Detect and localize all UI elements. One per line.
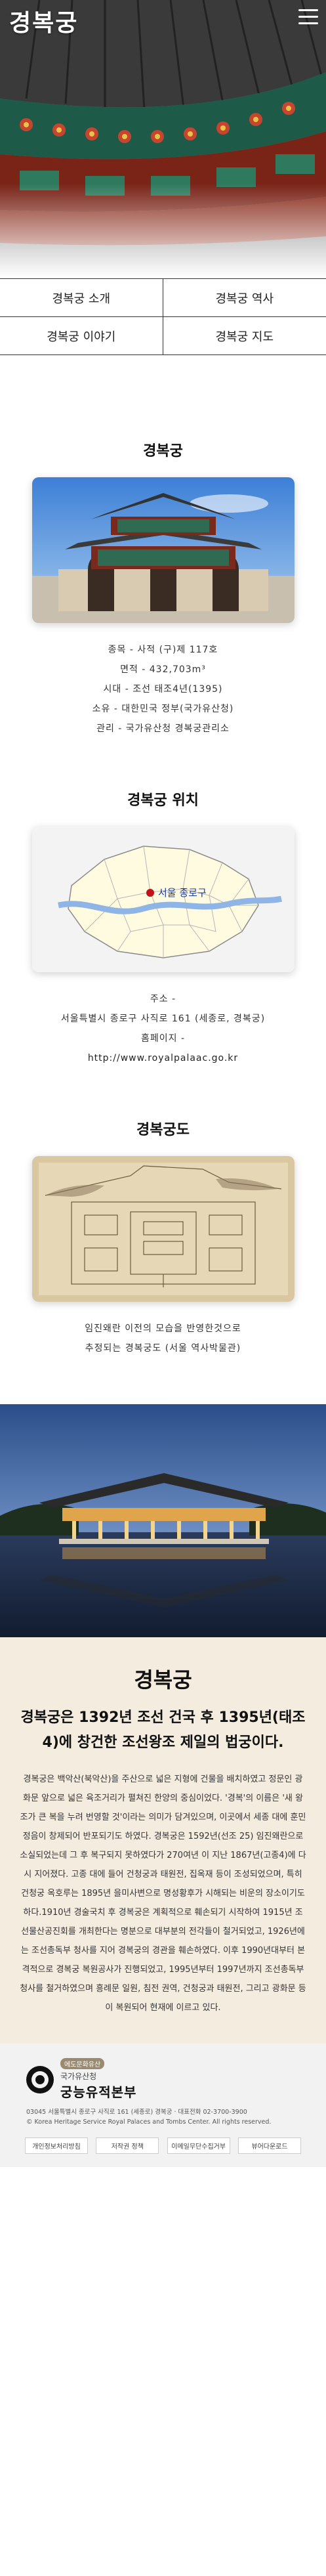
homepage-label: 홈페이지 - — [140, 1033, 186, 1044]
palace-map-image — [31, 1156, 295, 1302]
footer-links: 개인정보처리방침 저작권 정책 이메일무단수집거부 뷰어다운로드 — [25, 2137, 301, 2154]
privacy-policy-link[interactable]: 개인정보처리방침 — [25, 2137, 88, 2154]
menu-bar — [298, 16, 318, 18]
seoul-map[interactable]: 서울 종로구 — [31, 826, 295, 972]
logo-org: 국가유산청 — [60, 2072, 97, 2081]
footer-logo[interactable]: 에도문화유산 국가유산청 궁능유적본부 — [26, 2058, 313, 2101]
menu-bar — [298, 22, 318, 24]
hamburger-menu-icon[interactable] — [298, 9, 318, 26]
location-section: 경복궁 위치 서울 종로구 주소 - 서울특별시 종로구 사직로 161 (세종… — [0, 739, 326, 1068]
logo-name: 궁능유적본부 — [60, 2084, 137, 2100]
about-body: 경복궁은 백악산(북악산)을 주산으로 넓은 지형에 건물을 배치하였고 정문인… — [20, 1774, 306, 2013]
homepage-link[interactable]: http://www.royalpalaac.go.kr — [0, 1048, 326, 1068]
map-marker-icon — [146, 889, 154, 897]
footer-address: 03045 서울특별시 종로구 사직로 161 (세종로) 경복궁 · 대표전화… — [26, 2109, 247, 2116]
gwanghwamun-photo — [31, 477, 295, 623]
info-manager: 관리 - 국가유산청 경복궁관리소 — [96, 723, 230, 734]
palace-map-title: 경복궁도 — [136, 1122, 190, 1138]
nav-item-story[interactable]: 경복궁 이야기 — [0, 317, 163, 355]
info-category: 종목 - 사적 (구)제 117호 — [108, 645, 218, 655]
menu-bar — [298, 9, 318, 11]
intro-section: 경복궁 종목 - 사적 (구)제 117호 면적 - 432,703m³ 시대 … — [0, 355, 326, 739]
address-value: 서울특별시 종로구 사직로 161 (세종로, 경복궁) — [60, 1014, 266, 1024]
about-section: 경복궁 경복궁은 1392년 조선 건국 후 1395년(태조 4)에 창건한 … — [0, 1637, 326, 2044]
address-label: 주소 - — [150, 994, 176, 1004]
map-label: 서울 종로구 — [158, 887, 207, 899]
location-title: 경복궁 위치 — [127, 792, 199, 809]
section-nav: 경복궁 소개 경복궁 역사 경복궁 이야기 경복궁 지도 — [0, 278, 326, 355]
viewer-download-link[interactable]: 뷰어다운로드 — [237, 2137, 301, 2154]
intro-title: 경복궁 — [143, 443, 183, 460]
info-area: 면적 - 432,703m³ — [120, 664, 206, 675]
site-footer: 에도문화유산 국가유산청 궁능유적본부 03045 서울특별시 종로구 사직로 … — [0, 2044, 326, 2167]
nav-item-map[interactable]: 경복궁 지도 — [163, 317, 326, 355]
footer-copyright: © Korea Heritage Service Royal Palaces a… — [26, 2118, 272, 2126]
heritage-logo-icon — [26, 2065, 54, 2093]
email-policy-link[interactable]: 이메일무단수집거부 — [167, 2137, 230, 2154]
palace-map-caption-1: 임진왜란 이전의 모습을 반영한것으로 — [85, 1323, 241, 1334]
palace-map-section: 경복궁도 임진왜란 이전의 모습을 반영한것으로 추정되는 경복궁도 (서울 역… — [0, 1068, 326, 1404]
palace-map-caption-2: 추정되는 경복궁도 (서울 역사박물관) — [85, 1343, 241, 1354]
site-brand[interactable]: 경복궁 — [9, 4, 78, 38]
nav-item-intro[interactable]: 경복궁 소개 — [0, 279, 163, 317]
hero-banner: 경복궁 — [0, 0, 326, 278]
info-owner: 소유 - 대한민국 정부(국가유산청) — [92, 704, 234, 714]
nav-item-history[interactable]: 경복궁 역사 — [163, 279, 326, 317]
about-lead: 경복궁은 1392년 조선 건국 후 1395년(태조 4)에 창건한 조선왕조… — [20, 1709, 306, 1751]
info-era: 시대 - 조선 태조4년(1395) — [103, 684, 223, 695]
gyeonghoeru-night-photo — [0, 1404, 326, 1637]
logo-tag: 에도문화유산 — [60, 2058, 105, 2069]
palace-roof-image — [0, 0, 326, 278]
copyright-policy-link[interactable]: 저작권 정책 — [96, 2137, 159, 2154]
about-title: 경복궁 — [134, 1667, 192, 1692]
